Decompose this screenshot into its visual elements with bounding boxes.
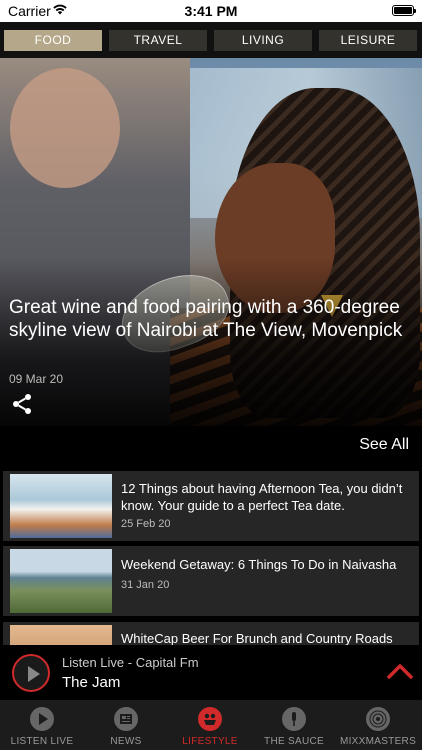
article-date: 25 Feb 20 xyxy=(121,518,171,530)
play-button[interactable] xyxy=(12,654,50,692)
tab-travel[interactable]: TRAVEL xyxy=(109,30,207,51)
article-thumbnail xyxy=(10,474,112,538)
play-icon xyxy=(28,666,40,682)
clock: 3:41 PM xyxy=(184,3,238,19)
microphone-icon xyxy=(282,707,306,731)
hero-image-man-head xyxy=(10,68,120,188)
vinyl-record-icon xyxy=(366,707,390,731)
share-icon[interactable] xyxy=(10,392,34,416)
nav-lifestyle[interactable]: LIFESTYLE xyxy=(168,700,252,750)
article-thumbnail xyxy=(10,625,112,646)
nav-label: MIXXMASTERS xyxy=(339,736,417,747)
list-item[interactable]: WhiteCap Beer For Brunch and Country Roa… xyxy=(3,622,419,646)
list-item[interactable]: Weekend Getaway: 6 Things To Do in Naiva… xyxy=(3,546,419,616)
nav-label: LISTEN LIVE xyxy=(10,736,74,747)
article-date: 31 Jan 20 xyxy=(121,579,170,591)
live-player-bar[interactable]: Listen Live - Capital Fm The Jam xyxy=(0,645,422,700)
player-station-label: Listen Live - Capital Fm xyxy=(62,655,199,670)
article-title: 12 Things about having Afternoon Tea, yo… xyxy=(121,481,403,513)
nav-listen-live[interactable]: LISTEN LIVE xyxy=(0,700,84,750)
nav-label: NEWS xyxy=(110,736,142,747)
featured-title[interactable]: Great wine and food pairing with a 360-d… xyxy=(9,296,409,342)
newspaper-icon xyxy=(114,707,138,731)
featured-article[interactable]: Great wine and food pairing with a 360-d… xyxy=(0,58,422,426)
category-tabs: FOOD TRAVEL LIVING LEISURE xyxy=(0,22,422,58)
play-circle-icon xyxy=(30,707,54,731)
lifestyle-icon xyxy=(198,707,222,731)
bottom-tab-bar: LISTEN LIVE NEWS LIFESTYLE THE SAUCE MIX… xyxy=(0,700,422,750)
player-now-playing: The Jam xyxy=(62,674,121,691)
nav-label: THE SAUCE xyxy=(264,736,324,747)
nav-news[interactable]: NEWS xyxy=(84,700,168,750)
nav-mixxmasters[interactable]: MIXXMASTERS xyxy=(336,700,420,750)
article-thumbnail xyxy=(10,549,112,613)
status-bar: Carrier 3:41 PM xyxy=(0,0,422,22)
nav-label: LIFESTYLE xyxy=(182,736,238,747)
nav-the-sauce[interactable]: THE SAUCE xyxy=(252,700,336,750)
article-title: Weekend Getaway: 6 Things To Do in Naiva… xyxy=(121,557,397,572)
tab-living[interactable]: LIVING xyxy=(214,30,312,51)
battery-icon xyxy=(392,5,416,16)
tab-leisure[interactable]: LEISURE xyxy=(319,30,417,51)
chevron-up-icon[interactable] xyxy=(386,661,414,681)
article-title: WhiteCap Beer For Brunch and Country Roa… xyxy=(121,631,393,646)
list-item[interactable]: 12 Things about having Afternoon Tea, yo… xyxy=(3,471,419,541)
see-all-link[interactable]: See All xyxy=(359,436,409,454)
hero-gradient xyxy=(0,258,422,426)
tab-food[interactable]: FOOD xyxy=(4,30,102,51)
featured-date: 09 Mar 20 xyxy=(9,372,64,386)
